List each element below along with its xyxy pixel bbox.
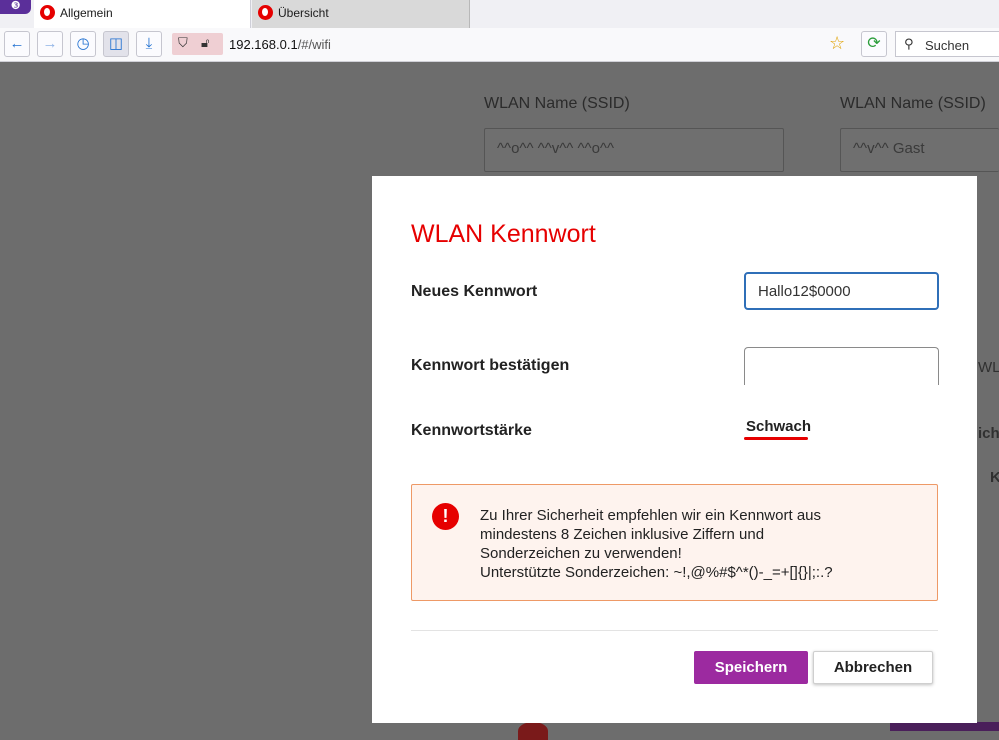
- bookmark-star-icon[interactable]: ☆: [829, 33, 845, 54]
- ssid-label-guest: WLAN Name (SSID): [840, 95, 986, 112]
- vodafone-favicon-icon: [258, 5, 273, 20]
- tab-label: Allgemein: [60, 6, 113, 20]
- confirm-password-input[interactable]: [744, 347, 939, 385]
- tracking-protection[interactable]: ⛉ 🔓︎: [172, 33, 223, 55]
- shield-icon: ⛉: [178, 35, 188, 50]
- new-password-label: Neues Kennwort: [411, 283, 538, 300]
- alert-line: Zu Ihrer Sicherheit empfehlen wir ein Ke…: [480, 507, 822, 524]
- sidebar-toggle-icon[interactable]: ◫: [103, 31, 129, 57]
- dialog-title: WLAN Kennwort: [411, 220, 596, 248]
- warning-exclamation-icon: !: [432, 503, 459, 530]
- tab-strip: ❸ Allgemein Übersicht: [0, 0, 999, 28]
- new-password-input[interactable]: [744, 272, 939, 310]
- confirm-password-label: Kennwort bestätigen: [411, 357, 570, 374]
- download-icon[interactable]: ⤓: [136, 31, 162, 57]
- url-host: 192.168.0.1: [229, 37, 298, 52]
- alert-line: Unterstützte Sonderzeichen: ~!,@%#$^*()-…: [480, 564, 833, 581]
- ssid-input-guest: ^^v^^ Gast: [840, 128, 999, 172]
- search-placeholder: Suchen: [925, 38, 970, 53]
- cancel-button[interactable]: Abbrechen: [813, 651, 933, 684]
- tab-allgemein[interactable]: Allgemein: [34, 0, 251, 28]
- ssid-label-main: WLAN Name (SSID): [484, 95, 630, 112]
- url-path: /#/wifi: [297, 37, 331, 52]
- bg-fragment: WL: [978, 359, 999, 376]
- tab-uebersicht[interactable]: Übersicht: [252, 0, 470, 28]
- wlan-password-dialog: WLAN Kennwort Neues Kennwort Kennwort be…: [372, 176, 977, 723]
- save-button[interactable]: Speichern: [694, 651, 808, 684]
- search-input[interactable]: ⚲ Suchen: [895, 31, 999, 57]
- password-strength-value: Schwach: [746, 418, 812, 435]
- alert-line: mindestens 8 Zeichen inklusive Ziffern u…: [480, 526, 765, 543]
- vodafone-favicon-icon: [40, 5, 55, 20]
- forward-arrow-icon[interactable]: →: [37, 31, 63, 57]
- history-clock-icon[interactable]: ◷: [70, 31, 96, 57]
- bg-fragment: K: [990, 469, 999, 486]
- url-bar[interactable]: 192.168.0.1/#/wifi: [229, 37, 331, 52]
- reload-icon[interactable]: ⟳: [861, 31, 887, 57]
- ssid-input-main: ^^o^^ ^^v^^ ^^o^^: [484, 128, 784, 172]
- bg-decoration: [890, 722, 999, 731]
- security-alert: ! Zu Ihrer Sicherheit empfehlen wir ein …: [411, 484, 938, 601]
- bg-fragment: ich: [978, 425, 999, 442]
- bg-decoration: [518, 722, 548, 740]
- dialog-divider: [411, 630, 938, 631]
- alert-line: Sonderzeichen zu verwenden!: [480, 545, 682, 562]
- tab-label: Übersicht: [278, 6, 329, 20]
- password-strength-bar: [744, 437, 808, 440]
- insecure-lock-icon: 🔓︎: [201, 35, 210, 50]
- back-arrow-icon[interactable]: ←: [4, 31, 30, 57]
- search-icon: ⚲: [904, 36, 914, 51]
- password-strength-label: Kennwortstärke: [411, 422, 532, 439]
- app-menu-icon[interactable]: ❸: [0, 0, 31, 14]
- browser-toolbar: ← → ◷ ◫ ⤓ ⛉ 🔓︎ 192.168.0.1/#/wifi ☆ ⟳ ⚲ …: [0, 28, 999, 62]
- alert-message: Zu Ihrer Sicherheit empfehlen wir ein Ke…: [480, 506, 920, 582]
